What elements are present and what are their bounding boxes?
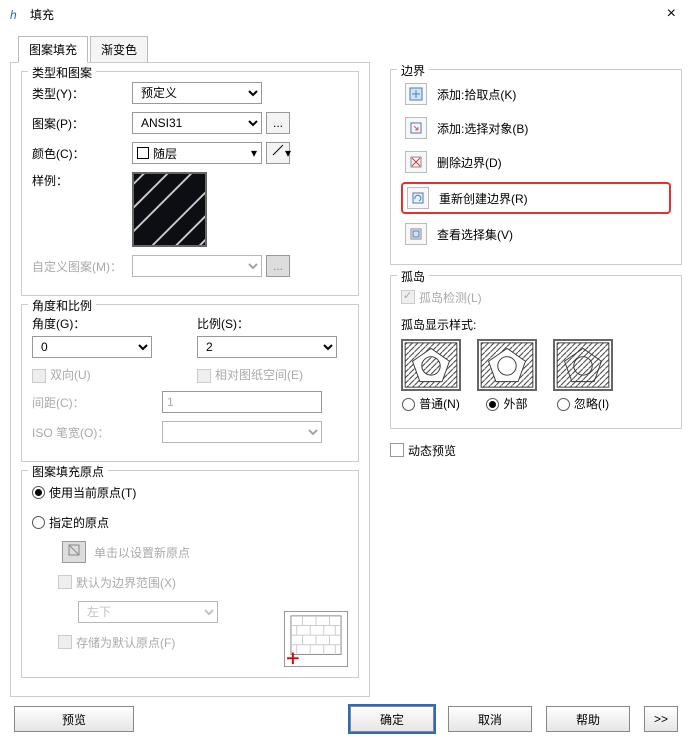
pattern-select[interactable]: ANSI31 [132,112,262,134]
island-ignore-radio[interactable] [557,398,570,411]
type-select[interactable]: 预定义 [132,82,262,104]
paperspace-checkbox [197,369,211,383]
type-label: 类型(Y)： [32,85,132,102]
group-type-pattern: 类型和图案 类型(Y)： 预定义 图案(P)： ANSI31 ... 颜色(C)… [21,71,359,296]
recreate-boundary-icon [407,187,429,209]
app-logo-icon: h [8,6,24,22]
store-default-checkbox [58,635,72,649]
origin-specify-label: 指定的原点 [49,514,109,531]
group-title-island: 孤岛 [397,268,429,285]
origin-current-label: 使用当前原点(T) [49,484,136,501]
bidir-label: 双向(U) [50,368,91,382]
pickpoint-icon [405,83,427,105]
chevron-down-icon: ▾ [251,146,257,160]
island-styles: 普通(N) 外部 忽略(I) [401,339,671,412]
origin-specify-radio[interactable] [32,516,45,529]
island-detect-checkbox [401,290,415,304]
right-panel: 边界 添加:拾取点(K) 添加:选择对象(B) 删除边界(D) 重新创建边界(R… [390,63,682,697]
view-selection-label: 查看选择集(V) [437,226,513,243]
island-normal-label: 普通(N) [419,397,460,411]
island-style-label: 孤岛显示样式: [401,316,671,333]
scale-label: 比例(S)： [197,315,348,332]
pattern-label: 图案(P)： [32,115,132,132]
island-outer-preview[interactable] [477,339,537,391]
origin-current-radio[interactable] [32,486,45,499]
group-title-boundary: 边界 [397,62,429,79]
close-button[interactable]: × [659,5,684,23]
custom-pattern-select [132,255,262,277]
island-detect-label: 孤岛检测(L) [419,289,482,306]
origin-position-select: 左下 [78,601,218,623]
dynamic-preview-row[interactable]: 动态预览 [390,439,682,461]
recreate-boundary-label: 重新创建边界(R) [439,190,528,207]
pattern-more-button[interactable]: ... [266,112,290,134]
origin-preview-icon [284,611,348,667]
sample-swatch[interactable] [132,172,207,247]
bidir-checkbox [32,369,46,383]
select-object-icon [405,117,427,139]
add-pickpoint-button[interactable]: 添加:拾取点(K) [401,80,671,108]
left-panel: 类型和图案 类型(Y)： 预定义 图案(P)： ANSI31 ... 颜色(C)… [10,62,370,697]
custom-pattern-more-button: ... [266,255,290,277]
scale-select[interactable]: 2 [197,336,337,358]
custom-pattern-label: 自定义图案(M)： [32,258,132,275]
dynamic-preview-label: 动态预览 [408,442,456,459]
title-bar: h 填充 × [0,0,692,28]
color-value: 随层 [153,145,177,162]
spacing-label: 间距(C)： [32,394,112,411]
island-outer-radio[interactable] [486,398,499,411]
group-origin: 图案填充原点 使用当前原点(T) 指定的原点 单击以设置新原点 默认为边界范围(… [21,470,359,678]
preview-button[interactable]: 预览 [14,706,134,732]
view-selection-button[interactable]: 查看选择集(V) [401,220,671,248]
group-title-origin: 图案填充原点 [28,463,108,480]
group-title-angle: 角度和比例 [28,297,96,314]
sample-label: 样例： [32,172,132,189]
paperspace-label: 相对图纸空间(E) [215,368,303,382]
help-button[interactable]: 帮助 [546,706,630,732]
view-selection-icon [405,223,427,245]
group-boundary: 边界 添加:拾取点(K) 添加:选择对象(B) 删除边界(D) 重新创建边界(R… [390,69,682,265]
island-ignore-preview[interactable] [553,339,613,391]
expand-button[interactable]: >> [644,706,678,732]
remove-boundary-button[interactable]: 删除边界(D) [401,148,671,176]
island-outer-label: 外部 [503,397,527,411]
remove-boundary-icon [405,151,427,173]
add-pickpoint-label: 添加:拾取点(K) [437,86,516,103]
color-select[interactable]: 随层 ▾ [132,142,262,164]
remove-boundary-label: 删除边界(D) [437,154,502,171]
island-normal-radio[interactable] [402,398,415,411]
default-boundary-checkbox [58,575,72,589]
recreate-boundary-button[interactable]: 重新创建边界(R) [401,182,671,214]
group-angle-scale: 角度和比例 角度(G)： 0 比例(S)： 2 双向(U) 相对图纸空间(E) … [21,304,359,462]
dynamic-preview-checkbox[interactable] [390,443,404,457]
angle-label: 角度(G)： [32,315,183,332]
iso-select [162,421,322,443]
cancel-button[interactable]: 取消 [448,706,532,732]
iso-label: ISO 笔宽(O)： [32,424,142,441]
spacing-input [162,391,322,413]
color-swatch-icon [137,147,149,159]
group-island: 孤岛 孤岛检测(L) 孤岛显示样式: 普通(N) [390,275,682,429]
tab-strip: 图案填充 渐变色 [18,36,692,63]
color-label: 颜色(C)： [32,145,132,162]
add-select-button[interactable]: 添加:选择对象(B) [401,114,671,142]
island-ignore-label: 忽略(I) [574,397,609,411]
click-new-origin-button [62,541,86,563]
click-new-origin-label: 单击以设置新原点 [94,544,190,561]
group-title-type: 类型和图案 [28,64,96,81]
add-select-label: 添加:选择对象(B) [437,120,528,137]
tab-pattern-fill[interactable]: 图案填充 [18,36,88,63]
default-boundary-label: 默认为边界范围(X) [76,574,176,591]
store-default-label: 存储为默认原点(F) [76,634,175,651]
footer: 预览 确定 取消 帮助 >> [0,706,692,732]
angle-select[interactable]: 0 [32,336,152,358]
color-secondary-button[interactable]: ▾ [266,142,290,164]
island-normal-preview[interactable] [401,339,461,391]
window-title: 填充 [30,6,659,23]
svg-text:h: h [10,8,17,22]
ok-button[interactable]: 确定 [350,706,434,732]
tab-gradient[interactable]: 渐变色 [90,36,148,63]
